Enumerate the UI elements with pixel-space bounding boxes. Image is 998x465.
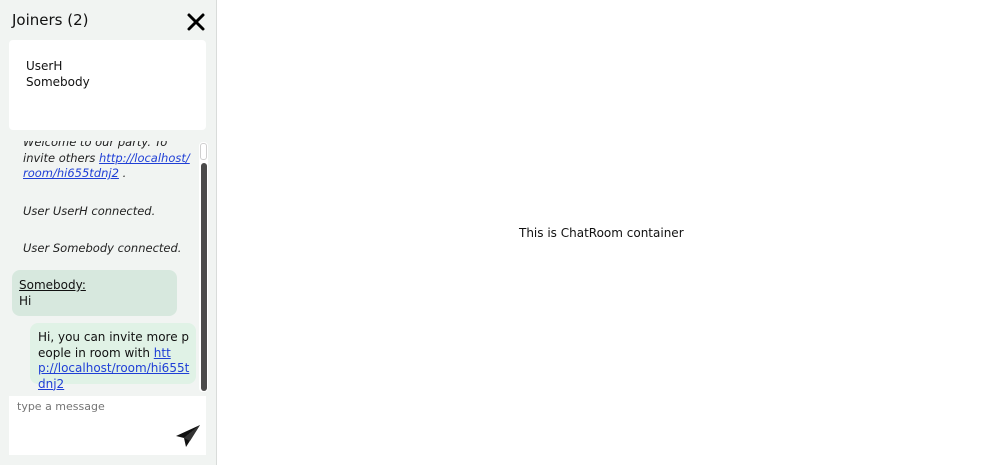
joiner-item: UserH bbox=[26, 59, 63, 73]
chatroom-container-text: This is ChatRoom container bbox=[519, 226, 684, 240]
system-message-welcome: Welcome to our party. To invite others h… bbox=[23, 141, 190, 180]
message-list[interactable]: Welcome to our party. To invite others h… bbox=[9, 141, 197, 391]
joiners-list-box: UserH Somebody bbox=[9, 40, 206, 130]
joiners-title: Joiners (2) bbox=[12, 11, 89, 29]
message-text: Hi, you can invite more people in room w… bbox=[38, 330, 190, 391]
close-icon[interactable] bbox=[186, 12, 206, 32]
chat-sidebar: Joiners (2) UserH Somebody Welcome to ou… bbox=[0, 0, 217, 465]
joiners-list: UserH Somebody bbox=[26, 58, 90, 90]
system-message-connected: User Somebody connected. bbox=[23, 241, 182, 255]
paper-plane-icon[interactable] bbox=[175, 424, 201, 448]
scrollbar-thumb[interactable] bbox=[201, 163, 207, 391]
message-sender: Somebody: bbox=[19, 278, 86, 292]
outgoing-message: Hi, you can invite more people in room w… bbox=[30, 323, 196, 391]
system-message-connected: User UserH connected. bbox=[23, 204, 156, 218]
joiner-item: Somebody bbox=[26, 75, 90, 89]
message-text: Hi bbox=[19, 294, 32, 308]
incoming-message: Somebody: Hi bbox=[12, 270, 177, 316]
scrollbar-up-button[interactable] bbox=[200, 143, 207, 160]
message-input[interactable] bbox=[17, 400, 167, 420]
